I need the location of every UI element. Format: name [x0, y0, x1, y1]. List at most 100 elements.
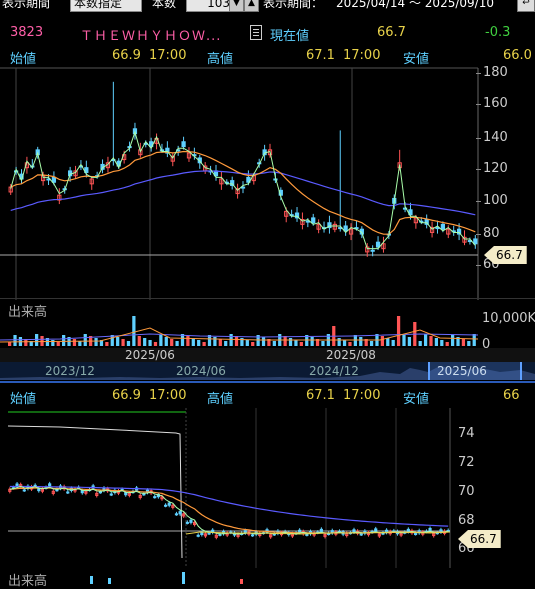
y-tick-mark	[476, 73, 481, 74]
date-axis: 2025/06 2025/08	[0, 348, 535, 362]
volume-bar	[434, 338, 439, 346]
candle-body	[240, 186, 246, 189]
range-value: 2025/04/14 ～ 2025/09/10	[336, 0, 494, 10]
volume-bar	[461, 339, 466, 346]
nav-label: 2025/06	[437, 364, 487, 378]
range-navigator[interactable]: 2023/12 2024/06 2024/12 2025/06	[0, 362, 535, 380]
volume-bar	[283, 336, 287, 346]
upper-high-time: 17:00	[343, 48, 381, 63]
y-tick-label: 120	[483, 161, 508, 176]
nav-label: 2024/06	[176, 364, 226, 378]
upper-open-time: 17:00	[149, 48, 187, 63]
volume-bar	[472, 334, 476, 346]
volume-bar	[288, 338, 293, 346]
volume-bar	[213, 337, 217, 346]
nav-label: 2023/12	[45, 364, 95, 378]
volume-bar	[229, 334, 233, 346]
volume-bar	[62, 335, 66, 346]
upper-open-label: 始値	[10, 52, 37, 67]
volume-bar	[391, 340, 395, 346]
candle-body	[250, 534, 255, 537]
volume-bar	[51, 340, 55, 346]
volume-bar	[83, 334, 87, 346]
period-mode-select[interactable]: 本数指定	[70, 0, 142, 12]
y-tick-label: 160	[483, 96, 508, 111]
candle-body	[185, 521, 189, 524]
y-tick-label: 80	[483, 226, 500, 241]
y-tick-label: 74	[458, 426, 475, 441]
nav-label: 2024/12	[309, 364, 359, 378]
volume-bar	[450, 335, 455, 346]
upper-high-value: 67.1	[306, 48, 335, 63]
lower-open-value: 66.9	[112, 388, 141, 403]
volume-bar	[429, 336, 433, 346]
volume-bar	[218, 339, 222, 346]
candle-body	[218, 533, 222, 536]
candle-body	[243, 530, 247, 534]
range-label: 表示期間：	[263, 0, 324, 10]
candle-body	[375, 241, 381, 248]
candle-body	[66, 491, 70, 494]
volume-bar	[78, 341, 82, 346]
upper-price-chart[interactable]	[0, 67, 535, 300]
y-tick-label: 140	[483, 130, 508, 145]
x-label: 2025/08	[326, 348, 376, 362]
current-price-value: 66.7	[377, 25, 406, 40]
volume-bar	[272, 341, 276, 346]
candle-body	[319, 528, 323, 532]
y-tick-label: 72	[458, 455, 475, 470]
candle-body	[174, 513, 179, 516]
volume-bar	[402, 335, 406, 346]
memo-icon[interactable]	[250, 25, 262, 40]
candle-body	[15, 483, 19, 487]
volume-bar	[164, 337, 168, 346]
lower-price-chart[interactable]	[0, 408, 535, 568]
count-stepper-down[interactable]: ▼	[229, 0, 244, 12]
upper-ohlc-row: 始値 66.9 17:00 高値 67.1 17:00 安値 66.0	[0, 48, 535, 67]
candle-body	[413, 533, 418, 536]
y-tick-mark	[476, 104, 481, 105]
y-tick-label: 180	[483, 65, 508, 80]
volume-bar	[445, 342, 449, 346]
count-input[interactable]: 103	[186, 0, 234, 12]
quote-header: 3823 ＴＨＥＷＨＹＨＯＷ... 現在値 66.7 -0.3	[0, 22, 535, 44]
volume-bar	[418, 341, 422, 346]
lower-ohlc-row: 始値 66.9 17:00 高値 67.1 17:00 安値 66	[0, 388, 535, 407]
candle-body	[473, 238, 478, 245]
ma-long-line	[9, 485, 449, 527]
volume-bar	[94, 338, 98, 346]
count-stepper-up[interactable]: ▲	[244, 0, 259, 12]
volume-bar	[245, 340, 249, 346]
y-tick-mark	[476, 169, 481, 170]
lower-high-label: 高値	[207, 392, 234, 407]
volume-bar	[121, 339, 125, 346]
candle-body	[196, 534, 200, 537]
ma-mid-line	[9, 487, 449, 534]
candle-body	[352, 529, 356, 533]
volume-tick-label: 10,000K	[482, 311, 535, 326]
lower-open-time: 17:00	[149, 388, 187, 403]
lower-high-value: 67.1	[306, 388, 335, 403]
volume-bar	[126, 341, 131, 346]
upper-low-value: 66.0	[503, 48, 532, 63]
volume-bar	[440, 340, 444, 346]
candle-body	[200, 531, 204, 536]
volume-bar	[224, 341, 228, 346]
volume-bar	[467, 341, 471, 346]
current-price-label: 現在値	[270, 29, 310, 44]
candle-body	[109, 493, 113, 496]
candle-body	[51, 176, 57, 183]
return-arrow-icon[interactable]: ↩	[517, 0, 535, 12]
volume-bar	[294, 340, 298, 346]
volume-bar	[299, 342, 303, 346]
volume-bar	[197, 340, 201, 346]
y-tick-label: 100	[483, 193, 508, 208]
stock-name[interactable]: ＴＨＥＷＨＹＨＯＷ...	[80, 25, 221, 44]
y-tick-mark	[476, 138, 481, 139]
y-tick-label: 70	[458, 484, 475, 499]
period-label: 表示期間	[2, 0, 51, 10]
volume-bar	[132, 316, 136, 346]
y-tick-mark	[476, 265, 481, 266]
volume-bar	[40, 336, 44, 346]
volume-bar	[348, 342, 352, 346]
